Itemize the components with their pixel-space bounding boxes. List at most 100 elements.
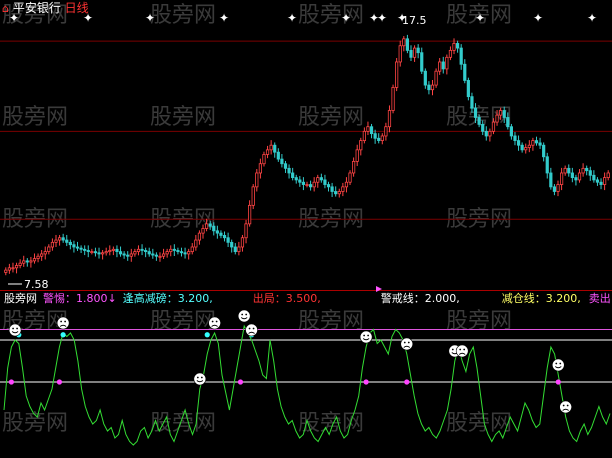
watermark-text: 股旁网	[150, 309, 216, 334]
candle-body	[280, 158, 284, 165]
candle-body	[592, 174, 596, 181]
candle-body	[430, 84, 435, 91]
legend-value: 1.800↓	[76, 292, 117, 305]
candle-body	[585, 167, 589, 172]
legend-value: 2.000,	[424, 292, 460, 305]
candle-body	[552, 186, 557, 192]
stock-name: 平安银行	[12, 1, 61, 15]
legend-item: 减仓线：3.200,	[502, 292, 581, 305]
candle-body	[441, 61, 445, 70]
candle-body	[405, 38, 410, 51]
candle-body	[570, 172, 574, 178]
candle-body	[22, 260, 26, 264]
candle-body	[291, 172, 295, 178]
legend-value: 3.200,	[177, 292, 213, 305]
legend-item: 股旁网	[4, 292, 37, 305]
legend-name: 卖出	[588, 292, 611, 305]
candle-body	[248, 204, 252, 225]
candle-body	[463, 63, 467, 81]
legend-name: 股旁网	[4, 292, 37, 305]
candle-body	[348, 172, 352, 183]
legend-name: 出局：	[252, 292, 286, 305]
alert-dot	[555, 379, 561, 385]
candle-body	[434, 70, 438, 86]
legend-item: 逢高减磅：3.200,	[123, 292, 213, 305]
candle-body	[355, 149, 359, 162]
candle-body	[251, 186, 255, 206]
legend-name: 逢高减磅：	[122, 292, 178, 305]
candle-body	[301, 181, 306, 185]
watermark-text: 股旁网	[298, 3, 364, 28]
candle-body	[466, 80, 470, 98]
candle-body	[65, 239, 69, 243]
candle-body	[187, 251, 191, 255]
candle-body	[308, 184, 313, 188]
candle-body	[294, 177, 298, 181]
candle-body	[140, 248, 144, 251]
candle-body	[111, 248, 115, 251]
low-price-label: 7.58	[24, 278, 49, 291]
candle-body	[14, 265, 19, 269]
candle-body	[122, 253, 126, 256]
candle-body	[398, 45, 402, 63]
reduce-dot	[60, 332, 66, 338]
candle-body	[531, 140, 535, 146]
candle-body	[7, 267, 11, 271]
candle-body	[445, 56, 449, 70]
candle-body	[330, 186, 334, 192]
price-grid	[0, 40, 612, 220]
candle-body	[265, 149, 270, 155]
candle-body	[233, 246, 237, 253]
candle-body	[312, 181, 316, 188]
candle-body	[90, 251, 94, 254]
candle-body	[542, 144, 546, 158]
candle-body	[18, 262, 22, 266]
candle-body	[527, 144, 531, 148]
candle-body	[559, 172, 564, 185]
signal-star-icon: ✦	[287, 11, 297, 25]
candle-body	[68, 241, 72, 246]
candle-body	[40, 253, 44, 257]
candle-body	[283, 163, 288, 169]
candle-body	[108, 250, 112, 253]
candle-body	[93, 251, 98, 254]
candlestick-series	[4, 34, 610, 276]
candle-body	[11, 267, 15, 270]
candle-body	[380, 135, 384, 141]
legend-item: 卖出	[589, 292, 611, 305]
candle-body	[448, 49, 453, 58]
legend-name: 减仓线：	[501, 292, 546, 305]
candle-body	[176, 250, 180, 253]
candle-body	[599, 181, 603, 185]
candle-body	[438, 61, 442, 72]
candle-body	[456, 43, 460, 49]
watermark-text: 股旁网	[298, 105, 364, 130]
candle-body	[337, 191, 341, 195]
candle-body	[344, 181, 349, 188]
smiley-icon	[245, 323, 258, 337]
candle-body	[534, 140, 539, 144]
signal-star-icon: ✦	[587, 11, 597, 25]
candle-body	[144, 250, 148, 253]
candle-body	[377, 137, 381, 141]
candle-body	[491, 121, 496, 132]
candle-body	[222, 235, 227, 239]
legend-value: 3.500,	[285, 292, 321, 305]
candle-body	[588, 170, 592, 176]
candle-body	[230, 241, 234, 248]
candle-body	[409, 49, 413, 58]
candle-body	[502, 110, 506, 118]
candle-body	[29, 260, 33, 263]
legend-name: 警戒线：	[380, 292, 425, 305]
alert-dot	[237, 379, 244, 385]
candle-body	[366, 126, 370, 132]
candle-body	[402, 38, 406, 47]
candle-body	[473, 107, 478, 118]
smiley-icon	[559, 400, 572, 414]
candle-body	[101, 252, 105, 255]
candle-body	[276, 151, 280, 160]
candle-body	[545, 156, 549, 174]
candle-body	[499, 110, 503, 116]
candle-body	[57, 237, 62, 241]
candle-body	[595, 179, 600, 183]
